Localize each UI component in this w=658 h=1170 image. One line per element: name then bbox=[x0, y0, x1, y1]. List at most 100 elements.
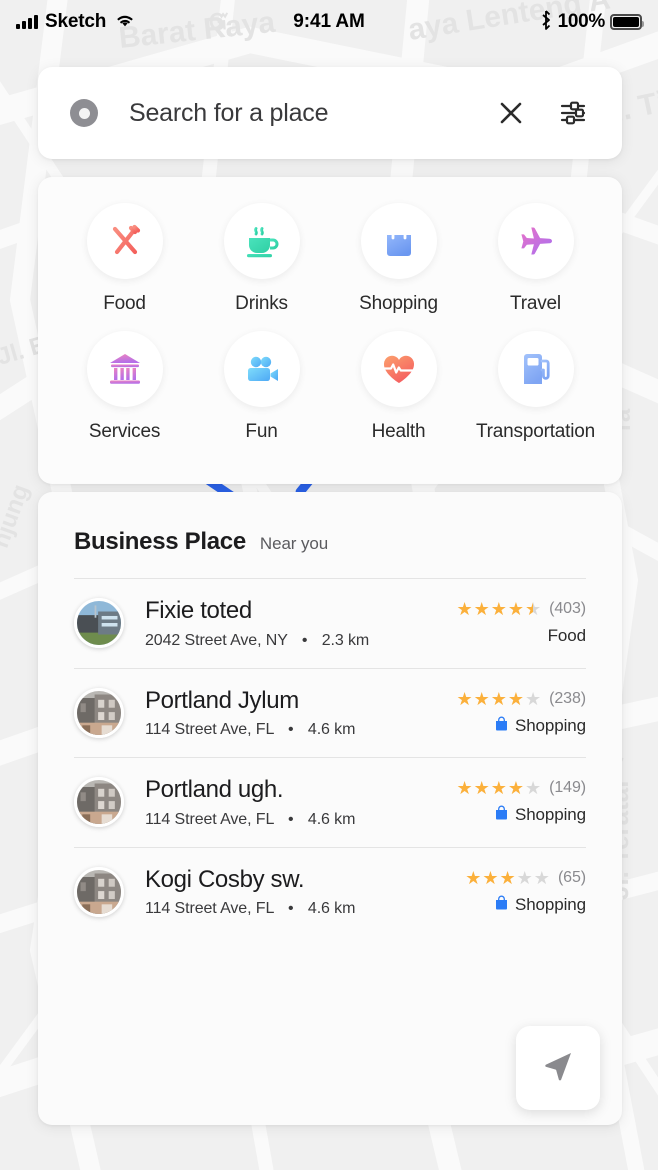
category-item-health[interactable]: Health bbox=[330, 331, 467, 443]
page-title: Business Place bbox=[74, 528, 246, 555]
list-item-rating: ★ ★ ★ ★ ★ (238) Shopping bbox=[456, 690, 586, 736]
list-item[interactable]: Fixie toted 2042 Street Ave, NY • 2.3 km… bbox=[38, 579, 622, 668]
battery-full-icon bbox=[610, 14, 645, 30]
star-icon: ★ bbox=[525, 599, 542, 620]
star-icon: ★ bbox=[507, 688, 524, 709]
avatar bbox=[74, 867, 124, 918]
avatar bbox=[74, 777, 124, 828]
business-category: Shopping bbox=[456, 716, 586, 736]
signal-bars-icon bbox=[16, 15, 38, 29]
category-item-food[interactable]: Food bbox=[56, 203, 193, 315]
star-rating: ★ ★ ★ ★ ★ (403) bbox=[456, 600, 586, 618]
search-bar[interactable] bbox=[38, 67, 622, 159]
star-icon: ★ bbox=[490, 778, 507, 799]
category-label: Services bbox=[88, 421, 161, 442]
airplane-icon bbox=[497, 203, 574, 279]
clock-time: 9:41 AM bbox=[293, 11, 365, 32]
business-distance: 2.3 km bbox=[321, 631, 370, 649]
star-icon: ★ bbox=[473, 778, 490, 799]
business-list-header: Business Place Near you bbox=[38, 492, 622, 578]
list-item[interactable]: Portland ugh. 114 Street Ave, FL • 4.6 k… bbox=[38, 758, 622, 847]
business-meta: 2042 Street Ave, NY • 2.3 km bbox=[145, 632, 456, 650]
bluetooth-icon bbox=[539, 9, 553, 35]
list-item-rating: ★ ★ ★ ★ ★ (65) Shopping bbox=[465, 869, 586, 915]
review-count: (149) bbox=[549, 779, 586, 797]
meta-separator: • bbox=[288, 721, 294, 739]
category-item-travel[interactable]: Travel bbox=[467, 203, 604, 315]
business-distance: 4.6 km bbox=[307, 810, 356, 828]
category-item-transportation[interactable]: Transportation bbox=[467, 331, 604, 443]
business-address: 114 Street Ave, FL bbox=[145, 721, 274, 739]
star-icon: ★ bbox=[507, 599, 524, 620]
review-count: (65) bbox=[557, 869, 586, 887]
star-icon: ★ bbox=[525, 688, 542, 709]
category-item-shopping[interactable]: Shopping bbox=[330, 203, 467, 315]
star-icon: ★ bbox=[490, 599, 507, 620]
category-tag-icon bbox=[495, 805, 508, 825]
location-dot-icon bbox=[70, 99, 98, 127]
meta-separator: • bbox=[301, 631, 308, 649]
star-rating: ★ ★ ★ ★ ★ (65) bbox=[465, 869, 586, 887]
category-label: Food bbox=[103, 293, 146, 314]
category-item-fun[interactable]: Fun bbox=[193, 331, 330, 443]
star-icon: ★ bbox=[456, 688, 473, 709]
business-distance: 4.6 km bbox=[307, 900, 356, 918]
business-category: Shopping bbox=[465, 895, 586, 915]
business-category: Food bbox=[456, 626, 586, 646]
star-icon: ★ bbox=[473, 688, 490, 709]
list-item-text: Fixie toted 2042 Street Ave, NY • 2.3 km bbox=[145, 597, 456, 650]
category-tag-icon bbox=[495, 716, 508, 736]
category-tag-icon bbox=[495, 895, 508, 915]
business-address: 114 Street Ave, FL bbox=[145, 900, 274, 918]
coffee-cup-icon bbox=[223, 203, 300, 279]
carrier-label: Sketch bbox=[45, 11, 107, 32]
category-grid: Food Drinks Shopping Travel Services Fun… bbox=[56, 203, 604, 443]
category-grid-card: Food Drinks Shopping Travel Services Fun… bbox=[38, 177, 622, 484]
list-item[interactable]: Portland Jylum 114 Street Ave, FL • 4.6 … bbox=[38, 669, 622, 758]
movie-camera-icon bbox=[223, 331, 300, 407]
business-meta: 114 Street Ave, FL • 4.6 km bbox=[145, 900, 465, 918]
star-icon: ★ bbox=[507, 778, 524, 799]
review-count: (238) bbox=[549, 689, 586, 707]
category-label: Transportation bbox=[475, 421, 595, 442]
fork-knife-icon bbox=[86, 203, 163, 279]
business-meta: 114 Street Ave, FL • 4.6 km bbox=[145, 721, 456, 739]
bank-building-icon bbox=[86, 331, 163, 407]
business-name: Portland ugh. bbox=[145, 776, 284, 804]
category-tag-label: Shopping bbox=[514, 805, 586, 825]
meta-separator: • bbox=[288, 810, 294, 828]
list-item-text: Portland Jylum 114 Street Ave, FL • 4.6 … bbox=[145, 687, 456, 740]
avatar bbox=[74, 598, 124, 649]
star-icon: ★ bbox=[482, 868, 499, 889]
list-item-rating: ★ ★ ★ ★ ★ (149) Shopping bbox=[456, 779, 586, 825]
category-label: Shopping bbox=[359, 293, 438, 314]
category-tag-label: Shopping bbox=[514, 895, 586, 915]
list-item-text: Portland ugh. 114 Street Ave, FL • 4.6 k… bbox=[145, 776, 456, 829]
category-label: Health bbox=[371, 421, 426, 442]
business-address: 114 Street Ave, FL bbox=[145, 810, 274, 828]
category-tag-label: Shopping bbox=[514, 715, 586, 735]
status-bar: Sketch 9:41 AM 100% bbox=[0, 0, 658, 44]
category-label: Fun bbox=[245, 421, 278, 442]
close-x-icon[interactable] bbox=[494, 96, 528, 130]
star-icon: ★ bbox=[525, 778, 542, 799]
category-label: Travel bbox=[510, 293, 561, 314]
page-subtitle: Near you bbox=[259, 534, 329, 553]
search-input[interactable] bbox=[129, 98, 494, 128]
business-distance: 4.6 km bbox=[307, 721, 356, 739]
star-icon: ★ bbox=[516, 868, 533, 889]
list-item-rating: ★ ★ ★ ★ ★ (403) Food bbox=[456, 600, 586, 646]
star-icon: ★ bbox=[473, 599, 490, 620]
business-name: Fixie toted bbox=[145, 597, 252, 624]
locate-me-button[interactable] bbox=[516, 1026, 600, 1110]
filter-sliders-icon[interactable] bbox=[556, 96, 590, 130]
category-item-services[interactable]: Services bbox=[56, 331, 193, 443]
business-name: Portland Jylum bbox=[145, 686, 299, 714]
category-tag-label: Food bbox=[547, 626, 586, 646]
star-icon: ★ bbox=[456, 778, 473, 799]
list-item[interactable]: Kogi Cosby sw. 114 Street Ave, FL • 4.6 … bbox=[38, 848, 622, 937]
category-item-drinks[interactable]: Drinks bbox=[193, 203, 330, 315]
wifi-icon bbox=[113, 11, 137, 34]
navigation-arrow-icon bbox=[538, 1046, 578, 1091]
business-meta: 114 Street Ave, FL • 4.6 km bbox=[145, 811, 456, 829]
